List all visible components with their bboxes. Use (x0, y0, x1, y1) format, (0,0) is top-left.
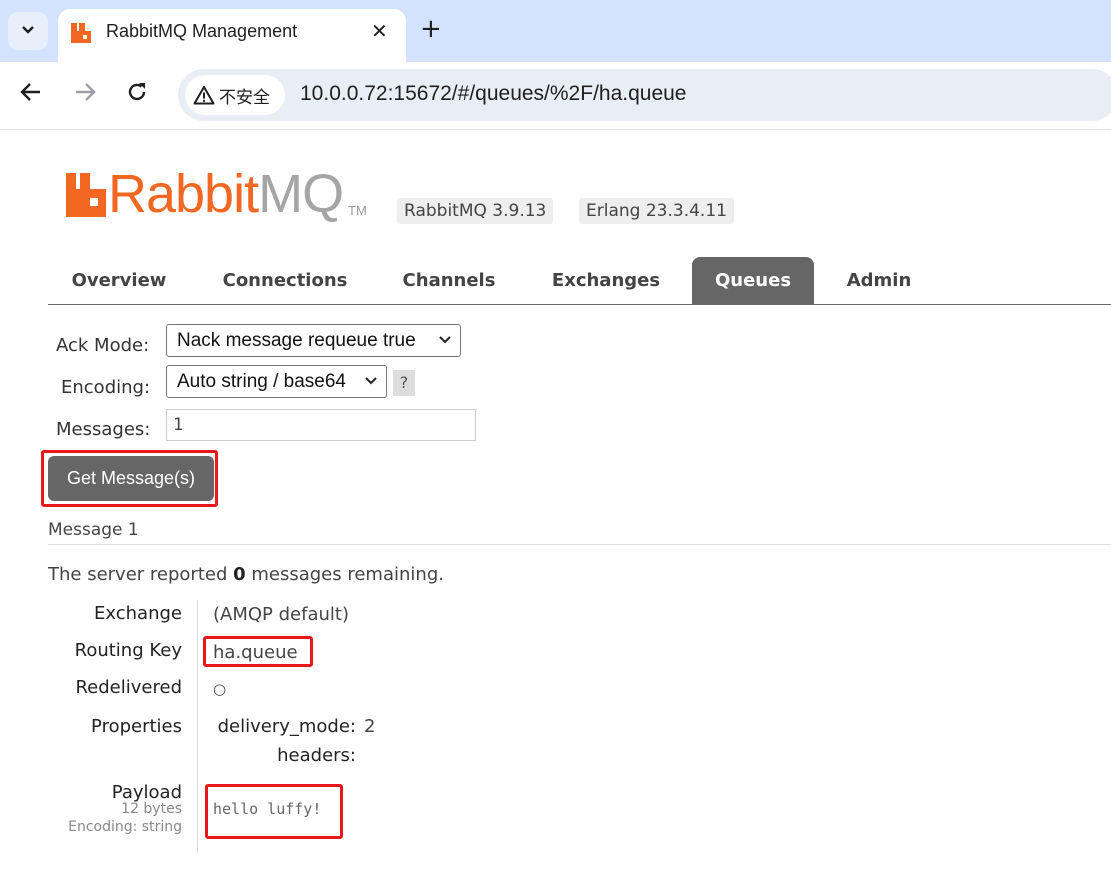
messages-count-input[interactable]: 1 (166, 409, 476, 441)
tab-admin[interactable]: Admin (834, 257, 924, 305)
exchange-value: (AMQP default) (213, 604, 349, 625)
rabbitmq-version-badge: RabbitMQ 3.9.13 (397, 198, 554, 224)
tab-connections[interactable]: Connections (208, 257, 362, 305)
browser-tab-bar: RabbitMQ Management ✕ + (0, 0, 1111, 62)
chevron-down-icon (364, 366, 378, 408)
security-chip[interactable]: 不安全 (185, 75, 285, 115)
address-bar[interactable]: 不安全 10.0.0.72:15672/#/queues/%2F/ha.queu… (178, 69, 1111, 121)
payload-label: Payload (111, 782, 182, 803)
tab-title: RabbitMQ Management (106, 21, 298, 41)
rabbitmq-favicon-icon (70, 22, 92, 44)
report-suffix: messages remaining. (245, 564, 444, 585)
tab-search-dropdown-button[interactable] (8, 12, 48, 50)
chevron-down-icon (21, 23, 35, 39)
back-arrow-icon[interactable] (20, 80, 42, 110)
messages-label: Messages: (56, 419, 151, 440)
property-key: delivery_mode: (217, 716, 356, 737)
warning-triangle-icon (193, 85, 215, 105)
details-divider (197, 600, 198, 854)
remaining-count: 0 (233, 564, 246, 585)
redelivered-value: ○ (213, 680, 227, 698)
chevron-down-icon (438, 325, 452, 367)
ack-mode-value: Nack message requeue true (177, 330, 416, 351)
browser-toolbar: 不安全 10.0.0.72:15672/#/queues/%2F/ha.queu… (0, 62, 1111, 130)
erlang-version-badge: Erlang 23.3.4.11 (579, 198, 734, 224)
logo-wordmark: RabbitMQ (108, 163, 344, 225)
main-nav: Overview Connections Channels Exchanges … (48, 257, 1111, 305)
tab-exchanges[interactable]: Exchanges (538, 257, 674, 305)
forward-arrow-icon[interactable] (74, 80, 96, 110)
reload-icon[interactable] (126, 80, 148, 110)
ack-mode-select[interactable]: Nack message requeue true (166, 324, 461, 357)
encoding-select[interactable]: Auto string / base64 (166, 365, 387, 398)
browser-tab-active[interactable]: RabbitMQ Management ✕ (58, 9, 406, 62)
redelivered-label: Redelivered (75, 677, 182, 698)
tab-queues[interactable]: Queues (692, 257, 814, 305)
routing-key-value: ha.queue (213, 642, 298, 663)
property-value: 2 (364, 716, 376, 737)
encoding-help-button[interactable]: ? (393, 370, 415, 396)
payload-encoding: Encoding: string (68, 819, 182, 835)
payload-size: 12 bytes (121, 801, 182, 817)
message-heading: Message 1 (48, 520, 1111, 545)
exchange-label: Exchange (94, 603, 182, 624)
rabbitmq-logo-icon (66, 173, 106, 217)
logo-mq-text: MQ (258, 164, 344, 224)
encoding-value: Auto string / base64 (177, 371, 346, 392)
url-text[interactable]: 10.0.0.72:15672/#/queues/%2F/ha.queue (300, 82, 687, 106)
payload-value: hello luffy! (213, 800, 322, 818)
properties-label: Properties (91, 716, 182, 737)
tab-overview[interactable]: Overview (48, 257, 190, 305)
server-report-text: The server reported 0 messages remaining… (48, 564, 444, 585)
security-label: 不安全 (219, 87, 270, 108)
logo-rabbit-text: Rabbit (108, 164, 259, 224)
logo-trademark: TM (348, 203, 367, 218)
tab-channels[interactable]: Channels (382, 257, 516, 305)
report-prefix: The server reported (48, 564, 234, 585)
get-messages-button[interactable]: Get Message(s) (48, 456, 214, 501)
new-tab-plus-icon[interactable]: + (420, 14, 442, 44)
routing-key-label: Routing Key (74, 640, 182, 661)
tab-close-icon[interactable]: ✕ (371, 19, 388, 43)
ack-mode-label: Ack Mode: (56, 335, 150, 356)
property-key: headers: (277, 745, 356, 766)
encoding-label: Encoding: (61, 377, 151, 398)
